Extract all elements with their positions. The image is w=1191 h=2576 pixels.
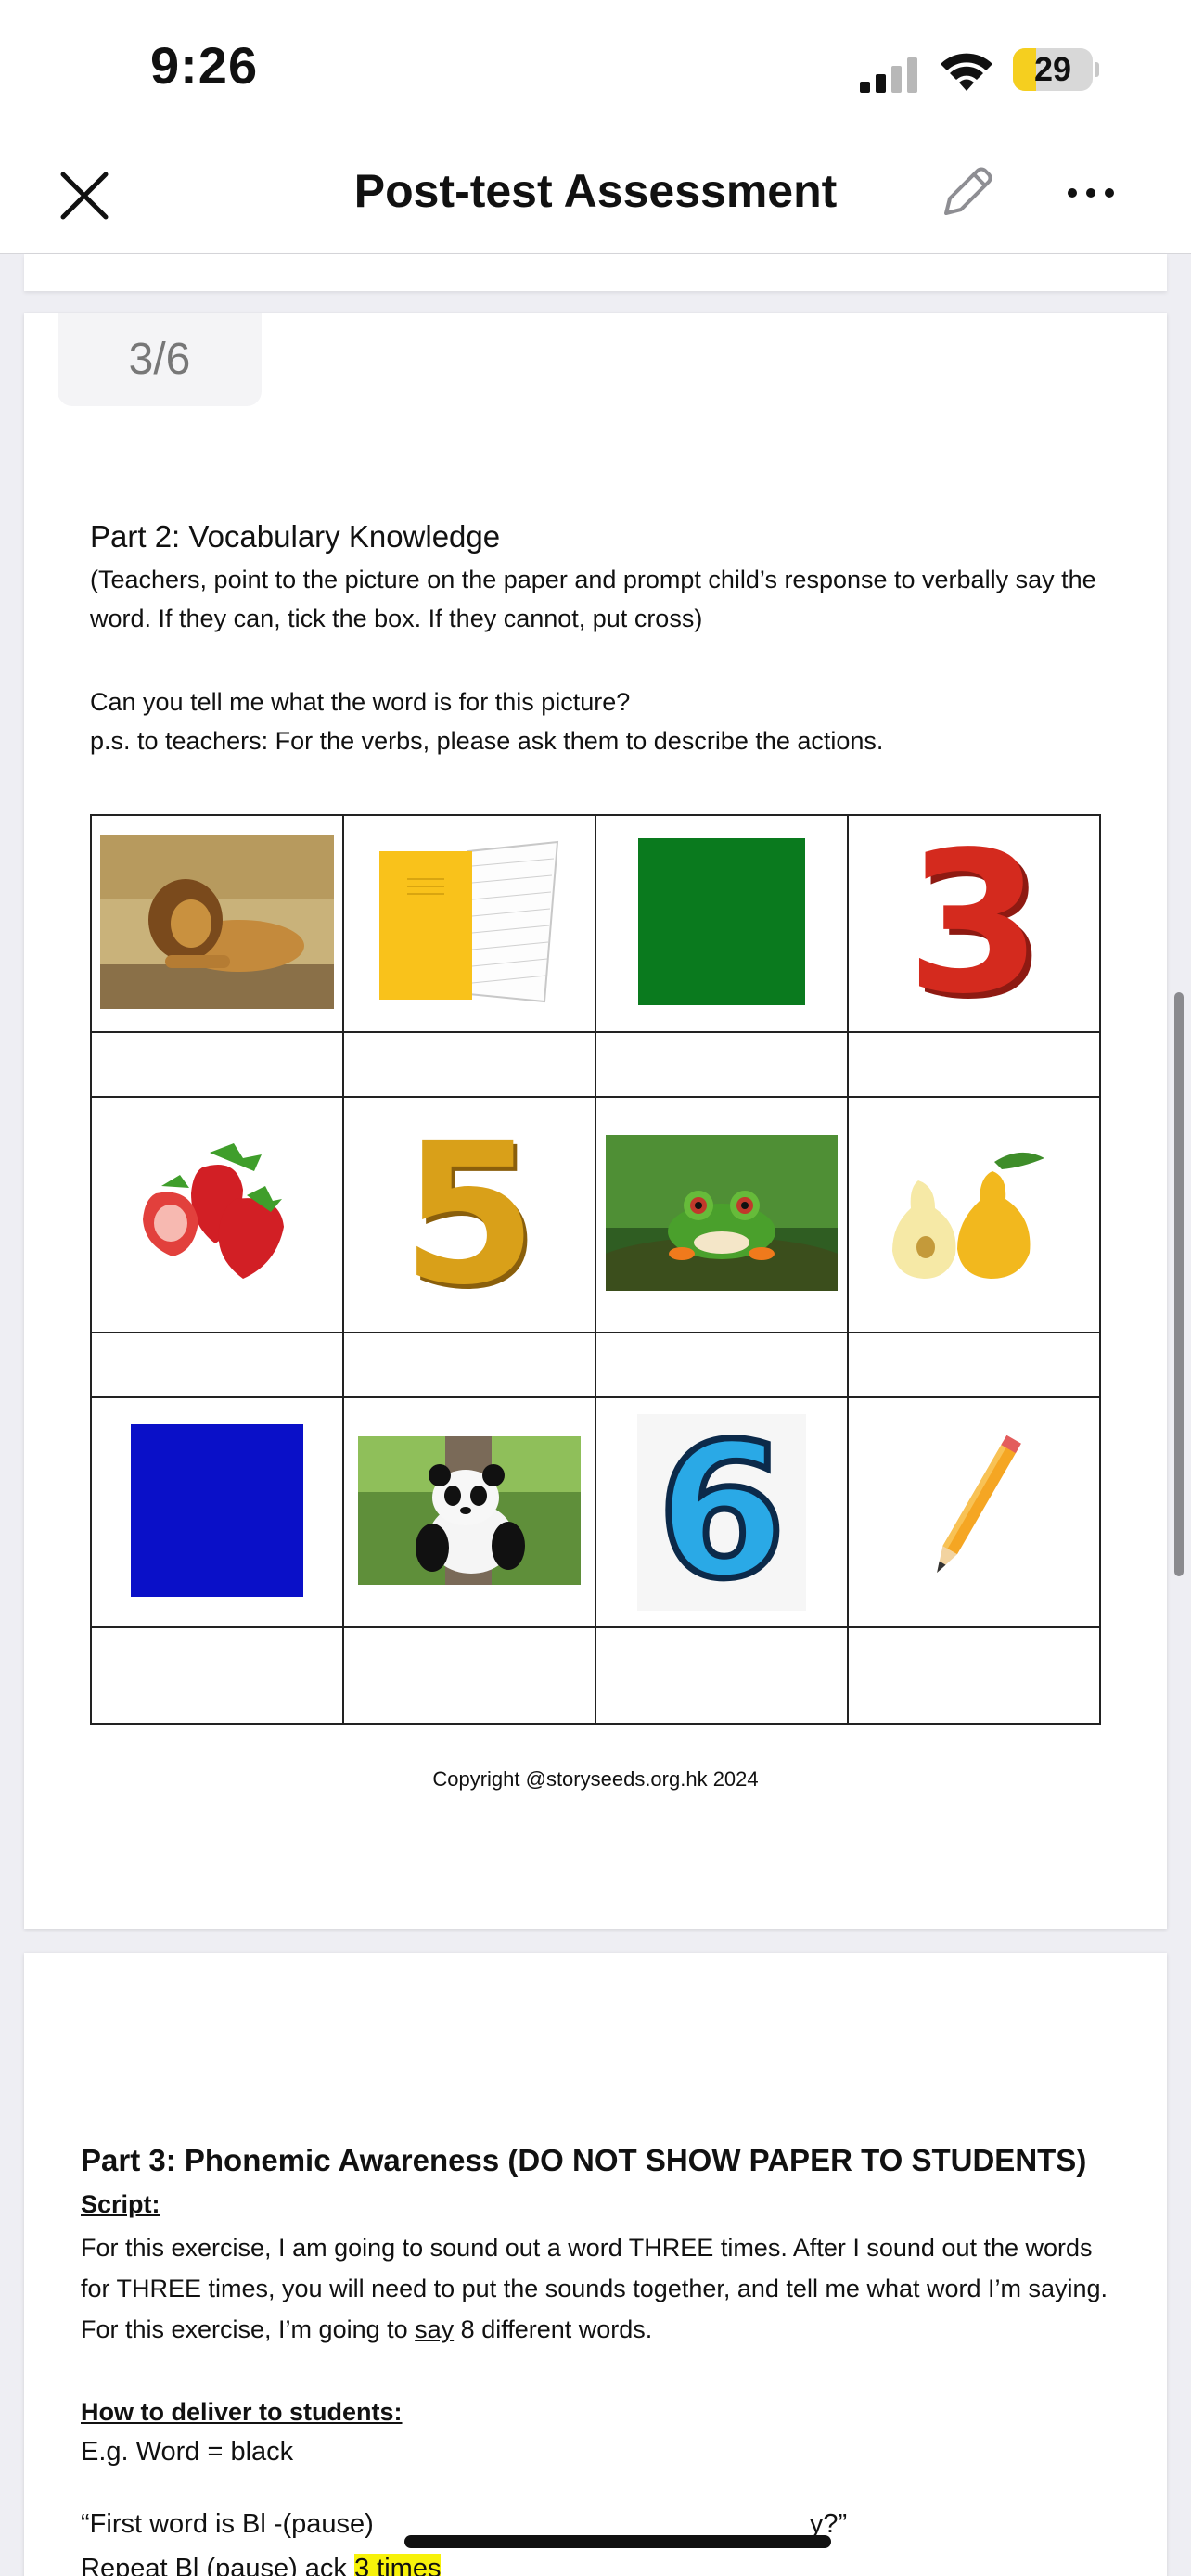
- picture-cell-number-3: 3: [847, 814, 1101, 1033]
- picture-cell-blue-square: [90, 1396, 344, 1628]
- blue-square-picture: [131, 1423, 303, 1597]
- status-bar: 9:26 29: [0, 0, 1191, 139]
- part2-note: p.s. to teachers: For the verbs, please …: [90, 727, 884, 755]
- document-page: 3/6 Part 2: Vocabulary Knowledge (Teache…: [24, 313, 1167, 1929]
- number-6-picture: 6: [654, 1404, 789, 1620]
- part3-body-underlined: say: [415, 2315, 455, 2343]
- answer-box[interactable]: [847, 1332, 1101, 1398]
- answer-box[interactable]: [342, 1626, 596, 1725]
- answer-box[interactable]: [847, 1626, 1101, 1725]
- picture-cell-pencil: [847, 1396, 1101, 1628]
- answer-row: [90, 1332, 1101, 1398]
- status-time: 9:26: [150, 36, 259, 95]
- answer-box[interactable]: [595, 1031, 849, 1098]
- picture-cell-number-5: 5: [342, 1096, 596, 1333]
- picture-row: 3: [90, 814, 1101, 1033]
- picture-cell-pears: [847, 1096, 1101, 1333]
- part2-instructions: (Teachers, point to the picture on the p…: [90, 566, 1096, 632]
- document-page-next: Part 3: Phonemic Awareness (DO NOT SHOW …: [24, 1953, 1167, 2576]
- answer-box[interactable]: [90, 1031, 344, 1098]
- picture-cell-frog: [583, 1096, 861, 1333]
- part3-body-text-end: 8 different words.: [454, 2315, 653, 2343]
- picture-cell-lion: [90, 814, 344, 1033]
- vocabulary-table: 3 5 6: [90, 814, 1101, 1725]
- part2-title: Part 2: Vocabulary Knowledge: [90, 519, 501, 554]
- frog-picture: [583, 1134, 861, 1311]
- part2-question: Can you tell me what the word is for thi…: [90, 688, 631, 716]
- part3-first-word-start: “First word is Bl -(pause): [81, 2509, 374, 2539]
- battery-icon: 29: [1013, 48, 1099, 91]
- lion-picture: [100, 834, 334, 1009]
- notebook-picture: [379, 840, 559, 1002]
- answer-box[interactable]: [90, 1626, 344, 1725]
- answer-row: [90, 1031, 1101, 1098]
- picture-row: 5: [90, 1096, 1101, 1333]
- part3-title: Part 3: Phonemic Awareness (DO NOT SHOW …: [81, 2143, 1087, 2177]
- number-3-picture: 3: [905, 810, 1043, 1037]
- copyright-text: Copyright @storyseeds.org.hk 2024: [432, 1767, 759, 1791]
- answer-box[interactable]: [342, 1031, 596, 1098]
- more-ellipsis-icon[interactable]: [1065, 171, 1117, 215]
- nav-bar: Post-test Assessment: [0, 139, 1191, 254]
- picture-cell-strawberries: [90, 1096, 344, 1333]
- wifi-icon: [941, 53, 992, 91]
- pencil-edit-icon[interactable]: [937, 161, 998, 223]
- answer-box[interactable]: [90, 1332, 344, 1398]
- answer-row: [90, 1626, 1101, 1725]
- battery-cap: [1095, 62, 1099, 77]
- part3-script-label: Script:: [81, 2190, 160, 2218]
- pears-picture: [892, 1152, 1044, 1279]
- panda-picture: [358, 1435, 581, 1585]
- scrollbar[interactable]: [1174, 992, 1184, 1576]
- picture-cell-notebook: [342, 814, 596, 1033]
- answer-box[interactable]: [595, 1332, 849, 1398]
- strawberries-picture: [143, 1142, 284, 1279]
- picture-cell-green-square: [595, 814, 849, 1033]
- picture-row: 6: [90, 1396, 1101, 1628]
- picture-cell-number-6: 6: [595, 1396, 849, 1628]
- part3-next-line-text: Repeat Bl (pause) ack: [81, 2554, 347, 2576]
- green-square-picture: [638, 837, 805, 1005]
- redaction-bar: [404, 2535, 831, 2548]
- part3-body: For this exercise, I am going to sound o…: [81, 2227, 1110, 2350]
- answer-box[interactable]: [847, 1031, 1101, 1098]
- previous-page-edge: [24, 254, 1167, 291]
- cellular-signal-icon: [860, 57, 917, 93]
- answer-box[interactable]: [342, 1332, 596, 1398]
- pencil-picture: [937, 1435, 1021, 1573]
- page-title: Post-test Assessment: [353, 165, 838, 217]
- highlighted-text: 3 times: [354, 2554, 442, 2576]
- part3-how-label: How to deliver to students:: [81, 2398, 403, 2426]
- number-5-picture: 5: [401, 1101, 538, 1328]
- page-indicator: 3/6: [58, 313, 262, 406]
- number-6-background: 6: [637, 1410, 806, 1613]
- part3-next-line: Repeat Bl (pause) ack 3 times: [81, 2554, 442, 2576]
- picture-cell-panda: [342, 1396, 596, 1628]
- part3-example: E.g. Word = black: [81, 2437, 294, 2467]
- answer-box[interactable]: [595, 1626, 849, 1725]
- battery-level: 29: [1033, 50, 1072, 88]
